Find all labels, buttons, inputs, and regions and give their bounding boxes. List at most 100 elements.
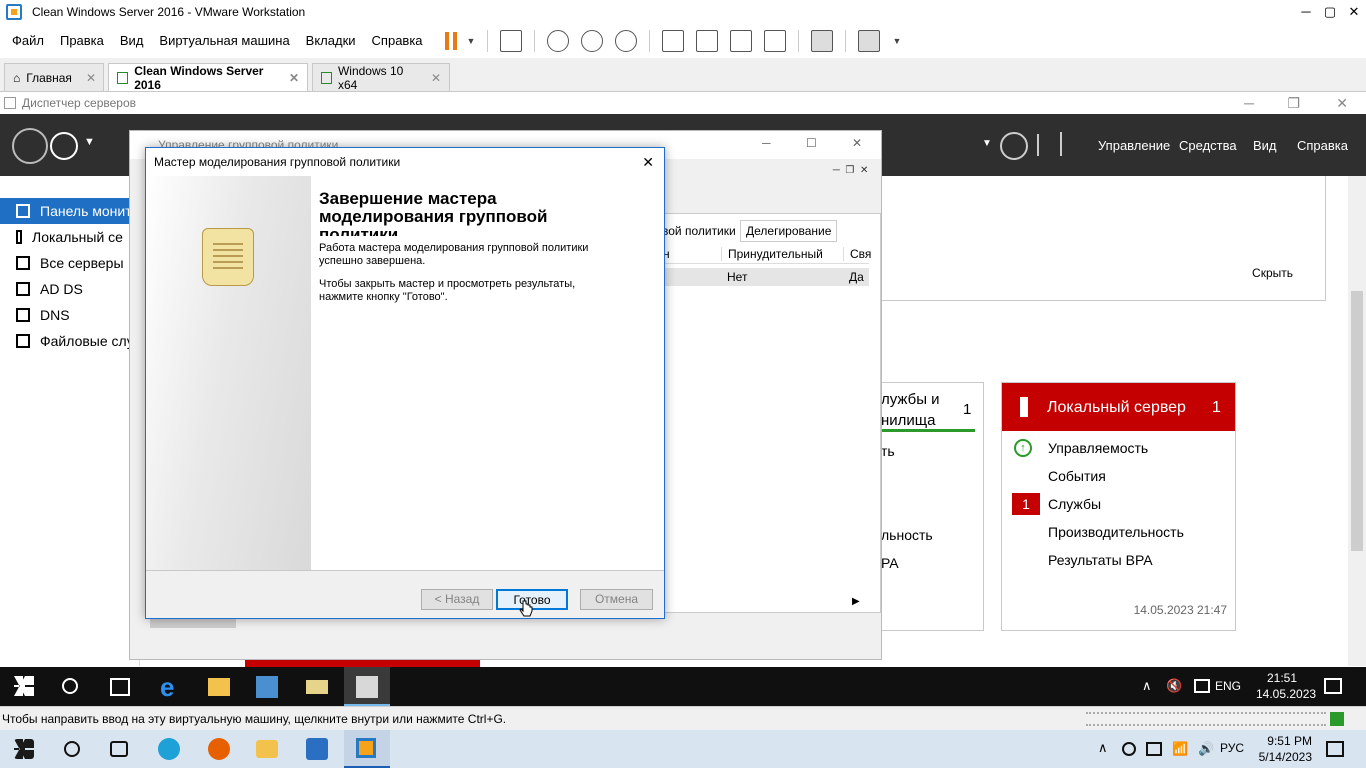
maximize-icon[interactable]: ▢: [1318, 0, 1342, 24]
server-manager-icon[interactable]: [256, 676, 278, 698]
console-view-icon[interactable]: [811, 30, 834, 52]
hide-link[interactable]: Скрыть: [1252, 266, 1293, 280]
thumbnail-bar-icon[interactable]: [696, 30, 719, 52]
ie-icon[interactable]: e: [160, 674, 182, 700]
tray-icon[interactable]: [1146, 742, 1162, 756]
tab-home[interactable]: ⌂ Главная ✕: [4, 63, 104, 91]
scrollbar-thumb[interactable]: [150, 618, 236, 628]
flag-icon[interactable]: [1060, 132, 1076, 156]
sidebar-toggle-icon[interactable]: [662, 30, 685, 52]
chevron-down-icon[interactable]: ▼: [982, 138, 992, 149]
clock[interactable]: 21:51 14.05.2023: [1256, 670, 1316, 702]
fit-guest-icon[interactable]: [1330, 712, 1344, 726]
task-view-icon[interactable]: [110, 741, 128, 757]
sidebar-item-file-services[interactable]: Файловые слу: [0, 328, 139, 354]
wifi-icon[interactable]: 📶: [1172, 741, 1188, 757]
menu-help[interactable]: Справка: [1297, 138, 1348, 153]
chevron-up-icon[interactable]: ∧: [1142, 678, 1152, 694]
guest-screen[interactable]: Диспетчер серверов ─ ❐ ✕ ▼ ▼ Управление …: [0, 92, 1366, 706]
tab-windows-10[interactable]: Windows 10 x64 ✕: [312, 63, 450, 92]
table-row[interactable]: Нет Да: [657, 268, 869, 286]
revert-snapshot-icon[interactable]: [581, 30, 604, 52]
minimize-icon[interactable]: ─: [762, 136, 771, 150]
send-ctrl-alt-del-icon[interactable]: [500, 30, 523, 52]
volume-muted-icon[interactable]: 🔇: [1166, 678, 1182, 694]
gpm-icon[interactable]: [306, 680, 328, 694]
tile-row[interactable]: PA: [881, 549, 981, 577]
start-icon[interactable]: [14, 676, 34, 696]
tab-scope[interactable]: вой политики: [662, 224, 736, 238]
minimize-icon[interactable]: ─: [1294, 0, 1318, 24]
notifications-icon[interactable]: [1324, 678, 1342, 694]
chevron-down-icon[interactable]: ▼: [892, 36, 901, 46]
tile-row[interactable]: [881, 493, 981, 521]
tab-clean-windows-server[interactable]: Clean Windows Server 2016 ✕: [108, 63, 308, 92]
tray-icon[interactable]: [1122, 742, 1136, 756]
refresh-icon[interactable]: [1000, 132, 1028, 160]
start-icon[interactable]: [14, 739, 34, 759]
back-icon[interactable]: [12, 128, 48, 164]
menu-manage[interactable]: Управление: [1098, 138, 1170, 153]
column-header-enforced[interactable]: Принудительный: [721, 247, 823, 261]
chevron-down-icon[interactable]: ▼: [467, 36, 476, 46]
language-indicator[interactable]: РУС: [1220, 741, 1244, 755]
forward-icon[interactable]: [50, 132, 78, 160]
column-header-link[interactable]: Свя: [843, 247, 871, 261]
scrollbar[interactable]: [1348, 176, 1366, 666]
menu-view[interactable]: Вид: [1253, 138, 1277, 153]
mdi-buttons[interactable]: ─ ❐ ✕: [830, 165, 880, 181]
chevron-down-icon[interactable]: ▼: [84, 136, 95, 148]
menu-help[interactable]: Справка: [364, 25, 431, 57]
snapshot-manager-icon[interactable]: [615, 30, 638, 52]
menu-edit[interactable]: Правка: [52, 25, 112, 57]
tile-row-services[interactable]: 1 Службы: [1012, 490, 1232, 518]
sidebar-item-ad-ds[interactable]: AD DS: [0, 276, 139, 302]
tile-file-storage[interactable]: лужбы и нилища 1 ть льность PA: [870, 382, 984, 631]
task-view-icon[interactable]: [110, 678, 130, 696]
cancel-button[interactable]: Отмена: [580, 589, 653, 610]
close-icon[interactable]: ✕: [289, 71, 299, 85]
active-task[interactable]: [344, 730, 390, 768]
fullscreen-icon[interactable]: [730, 30, 753, 52]
close-icon[interactable]: ✕: [431, 71, 441, 85]
tile-row[interactable]: ть: [881, 437, 981, 465]
tile-row[interactable]: льность: [881, 521, 981, 549]
notifications-icon[interactable]: [1326, 741, 1344, 757]
close-icon[interactable]: ✕: [642, 148, 654, 176]
scroll-right-icon[interactable]: ▶: [852, 596, 860, 607]
tile-row-manageability[interactable]: ↑ Управляемость: [1012, 434, 1232, 462]
snapshot-icon[interactable]: [547, 30, 570, 52]
network-icon[interactable]: [1194, 679, 1210, 693]
explorer-icon[interactable]: [208, 678, 230, 696]
tile-row-performance[interactable]: Производительность: [1012, 518, 1232, 546]
edge-icon[interactable]: [158, 738, 180, 760]
restore-icon[interactable]: ❐: [1287, 92, 1300, 114]
clock[interactable]: 9:51 PM 5/14/2023: [1252, 733, 1312, 765]
menu-view[interactable]: Вид: [112, 25, 152, 57]
language-indicator[interactable]: ENG: [1215, 679, 1241, 693]
sidebar-item-all-servers[interactable]: Все серверы: [0, 250, 139, 276]
unity-icon[interactable]: [764, 30, 787, 52]
explorer-icon[interactable]: [256, 740, 278, 758]
minimize-icon[interactable]: ─: [1244, 92, 1254, 114]
device-icons[interactable]: [1086, 712, 1326, 726]
tab-delegation[interactable]: Делегирование: [740, 220, 838, 242]
tile-row[interactable]: [881, 465, 981, 493]
menu-tools[interactable]: Средства: [1179, 138, 1237, 153]
chevron-up-icon[interactable]: ∧: [1098, 740, 1108, 756]
tile-row-bpa[interactable]: Результаты BPA: [1012, 546, 1232, 574]
tile-row-events[interactable]: События: [1012, 462, 1232, 490]
tile-local-server[interactable]: Локальный сервер 1 ↑ Управляемость Событ…: [1001, 382, 1236, 631]
close-icon[interactable]: ✕: [1336, 92, 1348, 114]
close-icon[interactable]: ✕: [86, 71, 96, 85]
maximize-icon[interactable]: ☐: [806, 136, 817, 150]
store-icon[interactable]: [306, 738, 328, 760]
stretch-guest-icon[interactable]: [858, 30, 881, 52]
close-icon[interactable]: ✕: [852, 136, 862, 150]
active-task[interactable]: [344, 667, 390, 706]
pause-icon[interactable]: [444, 32, 457, 50]
scrollbar-thumb[interactable]: [1351, 291, 1363, 551]
menu-tabs[interactable]: Вкладки: [298, 25, 364, 57]
menu-vm[interactable]: Виртуальная машина: [151, 25, 297, 57]
sidebar-item-local-server[interactable]: Локальный се: [0, 224, 139, 250]
